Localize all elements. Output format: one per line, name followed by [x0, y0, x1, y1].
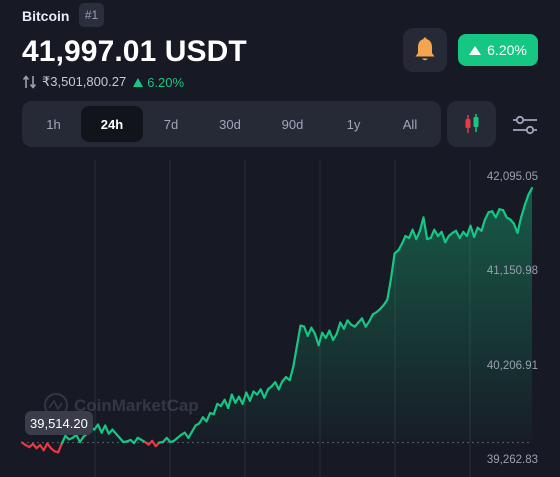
- start-price-label: 39,514.20: [25, 411, 93, 435]
- sliders-icon: [513, 115, 537, 135]
- price-change-pill: 6.20%: [458, 34, 538, 66]
- time-range-selector: 1h 24h 7d 30d 90d 1y All: [22, 101, 441, 147]
- watermark-text: CoinMarketCap: [74, 396, 199, 415]
- chart-settings-button[interactable]: [508, 110, 542, 140]
- price-alert-button[interactable]: [403, 28, 447, 72]
- y-tick-label: 40,206.91: [487, 360, 538, 372]
- coin-name: Bitcoin: [22, 8, 70, 24]
- triangle-up-icon: [133, 77, 144, 87]
- triangle-up-icon: [469, 45, 482, 55]
- range-tab-all[interactable]: All: [383, 106, 437, 142]
- price-change-pill-label: 6.20%: [487, 42, 527, 58]
- price-change-percent: 6.20%: [147, 74, 185, 90]
- range-tab-24h[interactable]: 24h: [81, 106, 143, 142]
- y-tick-label: 41,150.98: [487, 265, 538, 277]
- candlestick-icon: [465, 114, 478, 133]
- inr-price: ₹3,501,800.27: [42, 74, 127, 89]
- range-tab-30d[interactable]: 30d: [199, 106, 261, 142]
- range-tab-90d[interactable]: 90d: [261, 106, 324, 142]
- current-price: 41,997.01 USDT: [22, 35, 247, 68]
- swap-arrows-icon[interactable]: [22, 75, 38, 89]
- rank-badge: #1: [79, 3, 104, 27]
- range-tab-1y[interactable]: 1y: [324, 106, 383, 142]
- price-line-segment: [57, 442, 63, 454]
- y-tick-label: 42,095.05: [487, 171, 538, 183]
- candlestick-toggle-button[interactable]: [447, 101, 496, 147]
- bell-icon: [415, 37, 435, 61]
- range-tab-1h[interactable]: 1h: [26, 106, 81, 142]
- range-tab-7d[interactable]: 7d: [143, 106, 199, 142]
- y-tick-label: 39,262.83: [487, 454, 538, 466]
- secondary-price-row: ₹3,501,800.27 6.20%: [22, 74, 184, 90]
